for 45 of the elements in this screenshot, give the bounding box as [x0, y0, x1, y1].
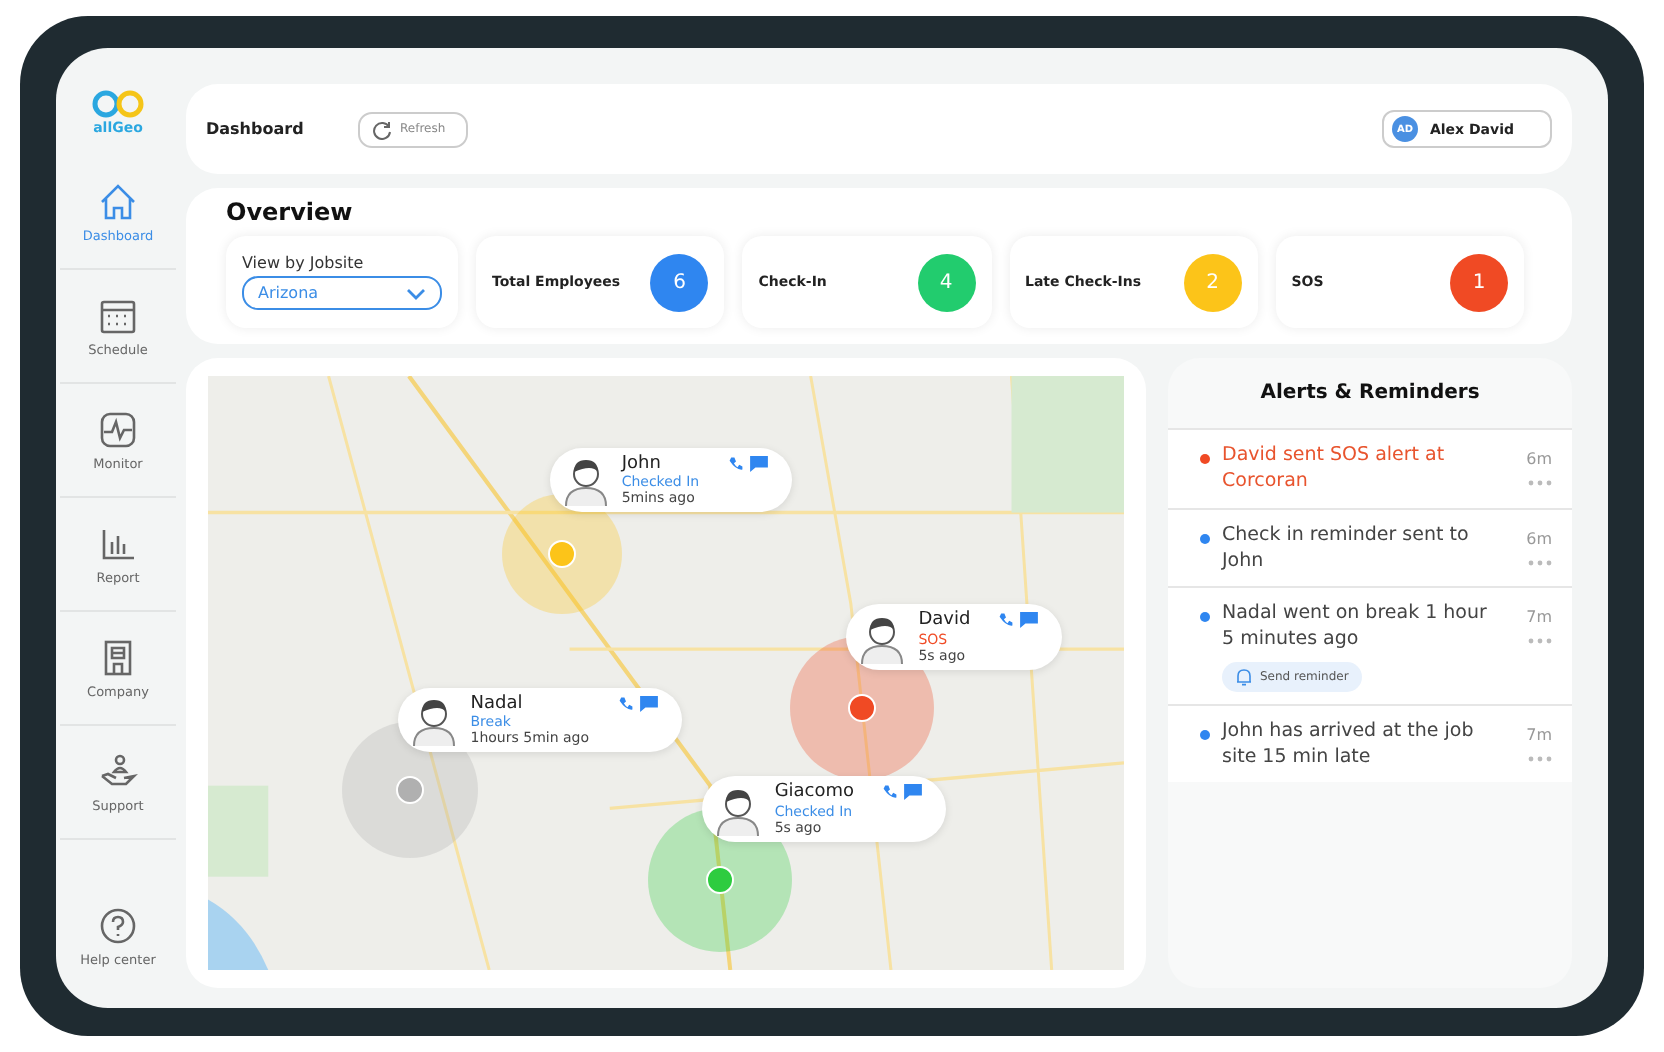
alert-message: Nadal went on break 1 hour 5 minutes ago [1222, 600, 1489, 654]
refresh-icon [372, 119, 392, 139]
logo-icon [92, 88, 144, 120]
chat-icon[interactable] [749, 455, 768, 472]
alert-message: John has arrived at the job site 15 min late [1222, 717, 1476, 771]
home-icon [98, 181, 138, 221]
stat-count: 2 [1183, 253, 1242, 311]
help-icon [98, 905, 138, 945]
phone-icon[interactable] [998, 612, 1015, 629]
monitor-icon [98, 409, 138, 449]
stat-count: 4 [917, 253, 975, 311]
avatar-icon [410, 694, 459, 747]
panel-title: Alerts & Reminders [1258, 382, 1482, 408]
employee-name: David [918, 610, 971, 632]
phone-icon[interactable] [727, 455, 744, 472]
alert-time: 6m [1526, 529, 1552, 548]
jobsite-dropdown[interactable]: Arizona [242, 276, 442, 310]
more-icon[interactable] [1527, 638, 1552, 645]
more-icon[interactable] [1527, 755, 1552, 762]
page-title: Dashboard [206, 120, 306, 138]
alert-message: David sent SOS alert at Corcoran [1222, 442, 1447, 496]
alert-time: 6m [1526, 450, 1552, 468]
section-title: Overview [226, 198, 355, 226]
employee-name: John [621, 453, 663, 474]
park-area [208, 785, 269, 877]
water-area [208, 899, 269, 970]
more-icon[interactable] [1527, 480, 1552, 486]
stat-count: 6 [650, 253, 709, 311]
hand-icon [98, 751, 138, 791]
bell-icon [1236, 667, 1252, 686]
alert-time: 7m [1526, 608, 1552, 627]
more-icon[interactable] [1527, 559, 1552, 566]
chat-icon[interactable] [639, 695, 658, 712]
chevron-down-icon [406, 287, 426, 299]
employee-name: Giacomo [774, 782, 855, 804]
alert-time: 7m [1526, 725, 1552, 744]
phone-icon[interactable] [617, 695, 634, 712]
stat-count: 1 [1450, 253, 1508, 311]
jobsite-label: View by Jobsite [242, 254, 366, 272]
chat-icon[interactable] [1020, 612, 1039, 629]
phone-icon[interactable] [882, 784, 899, 801]
calendar-icon [98, 295, 138, 335]
park-area [1011, 376, 1124, 513]
alert-message: Check in reminder sent to John [1222, 521, 1471, 575]
employee-name: Nadal [470, 693, 525, 715]
